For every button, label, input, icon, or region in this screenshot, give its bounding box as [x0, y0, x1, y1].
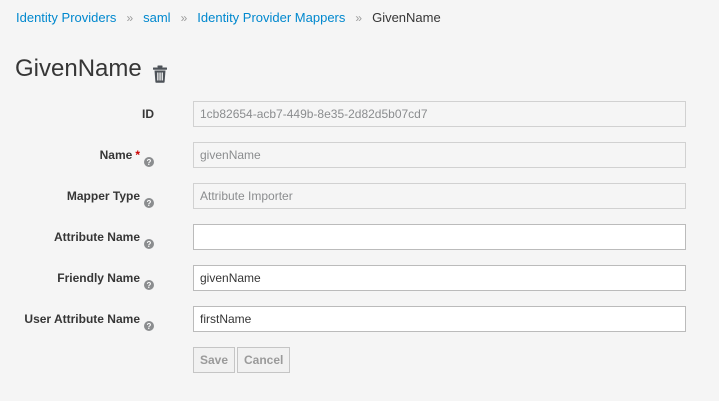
breadcrumb-current: GivenName — [372, 10, 441, 25]
mapper-type-label: Mapper Type ? — [67, 183, 154, 209]
svg-text:?: ? — [147, 322, 152, 331]
svg-text:?: ? — [147, 240, 152, 249]
form-row-id: ID — [0, 101, 719, 127]
help-icon[interactable]: ? — [144, 150, 154, 167]
form-row-attribute-name: Attribute Name ? — [0, 224, 719, 250]
mapper-type-field[interactable] — [193, 183, 686, 209]
breadcrumb-identity-providers[interactable]: Identity Providers — [16, 9, 116, 27]
breadcrumb-identity-provider-mappers[interactable]: Identity Provider Mappers — [197, 9, 345, 27]
name-label-text: Name — [99, 148, 133, 162]
form-row-friendly-name: Friendly Name ? — [0, 265, 719, 291]
id-label-text: ID — [142, 107, 154, 121]
help-icon[interactable]: ? — [144, 191, 154, 208]
breadcrumb-separator: » — [180, 11, 188, 25]
user-attribute-name-label: User Attribute Name ? — [24, 306, 154, 332]
friendly-name-label: Friendly Name ? — [57, 265, 154, 291]
page-title: GivenName — [15, 53, 168, 85]
page-title-text: GivenName — [15, 55, 142, 82]
breadcrumb-saml[interactable]: saml — [143, 9, 170, 27]
attribute-name-label-text: Attribute Name — [53, 230, 140, 244]
attribute-name-field[interactable] — [193, 224, 686, 250]
breadcrumb-separator: » — [355, 11, 363, 25]
required-marker: * — [135, 148, 140, 162]
svg-text:?: ? — [147, 199, 152, 208]
friendly-name-field[interactable] — [193, 265, 686, 291]
help-icon[interactable]: ? — [144, 314, 154, 331]
friendly-name-label-text: Friendly Name — [57, 271, 140, 285]
svg-text:?: ? — [147, 158, 152, 167]
name-field[interactable] — [193, 142, 686, 168]
save-button[interactable]: Save — [193, 347, 236, 373]
id-label: ID — [142, 101, 154, 127]
help-icon[interactable]: ? — [144, 273, 154, 290]
id-field[interactable] — [193, 101, 686, 127]
breadcrumb-separator: » — [126, 11, 134, 25]
form-row-name: Name * ? — [0, 142, 719, 168]
form-row-mapper-type: Mapper Type ? — [0, 183, 719, 209]
form-row-user-attribute-name: User Attribute Name ? — [0, 306, 719, 332]
name-label: Name * ? — [100, 142, 154, 168]
cancel-button[interactable]: Cancel — [237, 347, 291, 373]
mapper-type-label-text: Mapper Type — [66, 189, 140, 203]
trash-icon[interactable] — [152, 60, 168, 83]
attribute-name-label: Attribute Name ? — [54, 224, 154, 250]
user-attribute-name-field[interactable] — [193, 306, 686, 332]
breadcrumb: Identity Providers » saml » Identity Pro… — [16, 9, 441, 27]
help-icon[interactable]: ? — [144, 232, 154, 249]
user-attribute-name-label-text: User Attribute Name — [24, 312, 140, 326]
svg-text:?: ? — [147, 281, 152, 290]
